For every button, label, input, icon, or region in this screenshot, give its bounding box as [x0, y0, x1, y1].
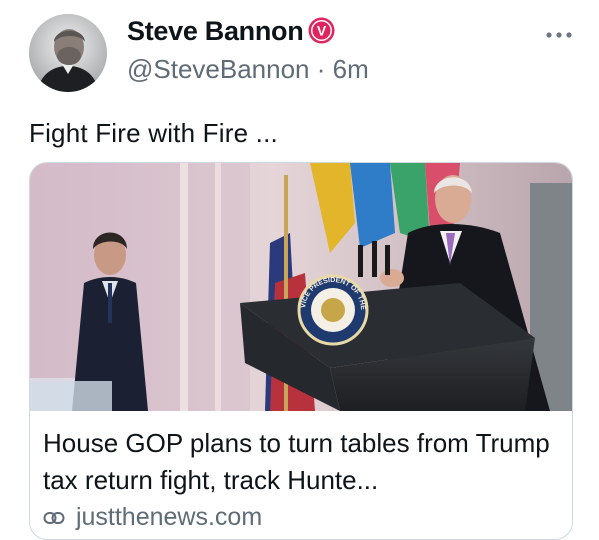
author-name[interactable]: Steve Bannon: [127, 16, 304, 47]
handle-row: @SteveBannon · 6m: [127, 54, 369, 85]
avatar[interactable]: [29, 14, 107, 92]
more-horizontal-icon[interactable]: [545, 30, 573, 40]
card-image[interactable]: VICE PRESIDENT OF THE UNITED STATES: [30, 163, 572, 411]
timestamp[interactable]: 6m: [333, 54, 369, 84]
link-icon: [43, 512, 65, 525]
verified-badge-icon: V: [308, 17, 335, 44]
author-handle[interactable]: @SteveBannon: [127, 54, 310, 84]
separator: ·: [316, 54, 326, 84]
card-title[interactable]: House GOP plans to turn tables from Trum…: [43, 425, 563, 499]
tweet-text: Fight Fire with Fire ...: [29, 118, 278, 148]
card-domain-row[interactable]: justthenews.com: [43, 503, 262, 532]
svg-text:V: V: [317, 23, 327, 39]
link-card[interactable]: VICE PRESIDENT OF THE UNITED STATES Hous…: [29, 162, 573, 540]
card-domain[interactable]: justthenews.com: [76, 503, 262, 531]
